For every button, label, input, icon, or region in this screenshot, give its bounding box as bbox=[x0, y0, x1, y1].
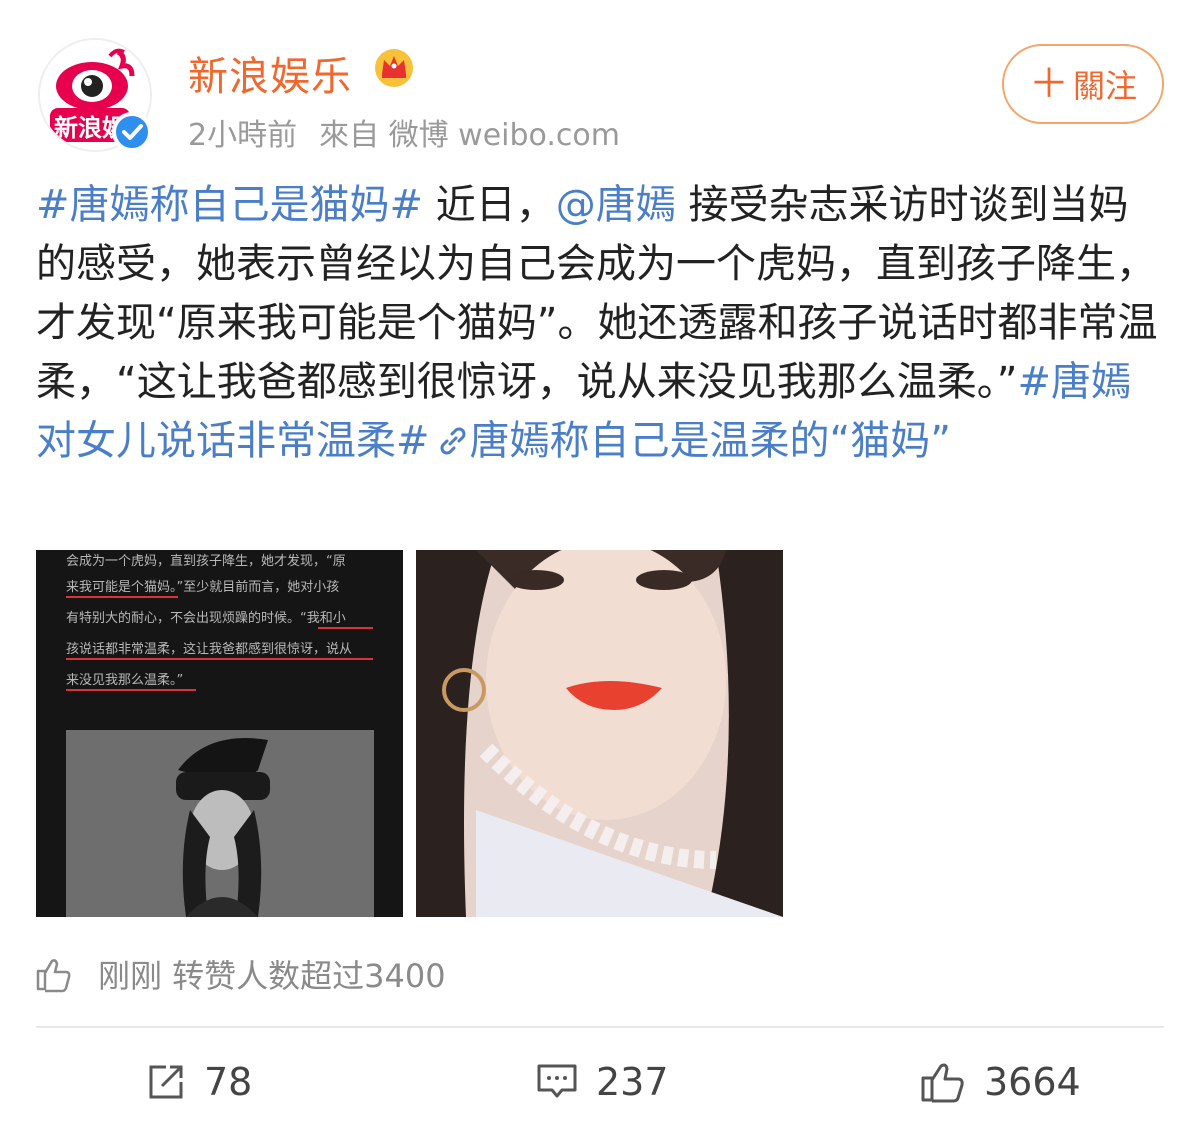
post-meta: 2小時前 來自 微博 weibo.com bbox=[188, 110, 642, 154]
like-icon bbox=[921, 1063, 964, 1103]
comment-icon bbox=[537, 1064, 577, 1098]
follow-button[interactable]: ＋ 關注 bbox=[1002, 44, 1164, 124]
post-image-magazine[interactable]: 会成为一个虎妈，直到孩子降生，她才发现，“原 来我可能是个猫妈。”至少就目前而言… bbox=[36, 550, 403, 917]
post-header: 新浪娱 新浪娱乐 2小時前 來自 微博 weibo.com ＋ 關注 bbox=[0, 0, 1200, 160]
magazine-text-line: 孩说话都非常温柔，这让我爸都感到很惊讶，说从 bbox=[66, 642, 353, 657]
post-source[interactable]: 來自 微博 weibo.com bbox=[319, 118, 620, 153]
like-button[interactable]: 3664 bbox=[920, 1058, 1081, 1106]
crown-icon bbox=[375, 49, 413, 87]
magazine-text-line: 来没见我那么温柔。” bbox=[66, 673, 184, 688]
magazine-text-line: 来我可能是个猫妈。”至少就目前而言，她对小孩 bbox=[66, 580, 340, 595]
topic-link[interactable]: #唐嫣称自己是猫妈# bbox=[36, 182, 423, 228]
red-underline bbox=[66, 689, 196, 691]
article-link-text: 唐嫣称自己是温柔的“猫妈” bbox=[469, 418, 951, 464]
comment-button[interactable]: 237 bbox=[536, 1058, 669, 1106]
mention-link[interactable]: @唐嫣 bbox=[556, 182, 676, 228]
repost-count: 78 bbox=[204, 1060, 253, 1104]
post-time: 2小時前 bbox=[188, 118, 298, 153]
magazine-text-line: 会成为一个虎妈，直到孩子降生，她才发现，“原 bbox=[66, 554, 346, 569]
link-icon bbox=[440, 427, 465, 455]
red-underline bbox=[318, 627, 373, 629]
article-link[interactable]: 唐嫣称自己是温柔的“猫妈” bbox=[430, 418, 951, 464]
post-text: 近日， bbox=[423, 182, 556, 228]
plus-icon: ＋ bbox=[1028, 61, 1069, 107]
portrait-photo bbox=[416, 550, 783, 917]
repost-notice: 刚刚 转赞人数超过3400 bbox=[34, 950, 446, 998]
follow-label: 關注 bbox=[1072, 67, 1137, 105]
post-image-portrait[interactable] bbox=[416, 550, 783, 917]
divider bbox=[36, 1026, 1164, 1028]
comment-count: 237 bbox=[596, 1060, 669, 1104]
thumbs-up-icon bbox=[36, 959, 71, 993]
magazine-text-line: 有特别大的耐心，不会出现烦躁的时候。“我和小 bbox=[66, 611, 346, 626]
like-count: 3664 bbox=[984, 1060, 1081, 1104]
author-name[interactable]: 新浪娱乐 bbox=[188, 44, 352, 102]
verified-badge-icon bbox=[112, 112, 152, 152]
repost-button[interactable]: 78 bbox=[146, 1058, 252, 1106]
share-icon bbox=[149, 1065, 183, 1099]
magazine-photo bbox=[66, 730, 374, 917]
post-content: #唐嫣称自己是猫妈# 近日，@唐嫣 接受杂志采访时谈到当妈的感受，她表示曾经以为… bbox=[36, 176, 1166, 471]
red-underline bbox=[66, 596, 178, 598]
red-underline bbox=[66, 658, 373, 660]
repost-text: 刚刚 转赞人数超过3400 bbox=[98, 957, 446, 995]
